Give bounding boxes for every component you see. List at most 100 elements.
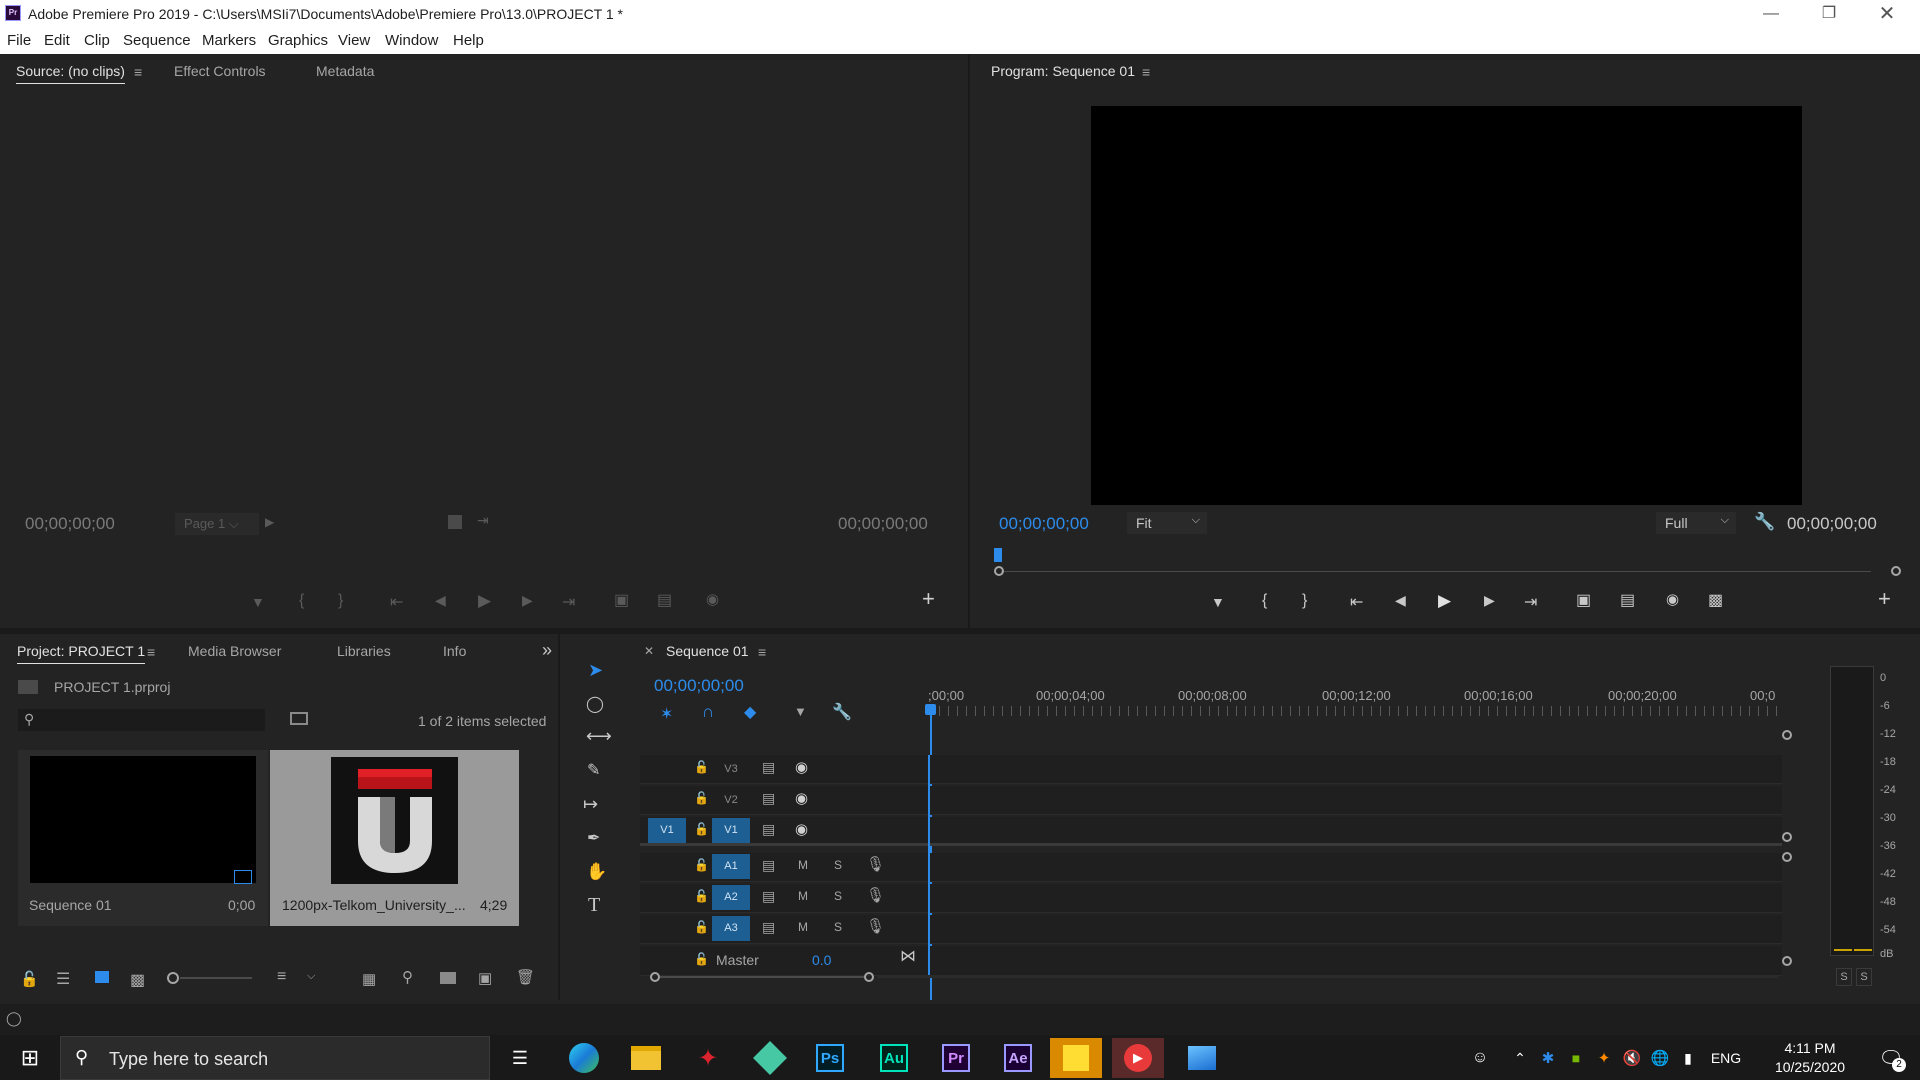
panel-menu-icon[interactable]: ≡ [147, 644, 155, 660]
scrub-end-handle[interactable] [1891, 566, 1901, 576]
mute-button[interactable]: M [798, 889, 808, 903]
export-frame-icon[interactable]: ◉ [1666, 590, 1679, 608]
tab-effect-controls[interactable]: Effect Controls [174, 63, 266, 79]
program-timecode-playhead[interactable]: 00;00;00;00 [999, 514, 1089, 534]
add-marker-icon[interactable]: ▼ [251, 594, 265, 610]
nvidia-icon[interactable]: ■ [1562, 1038, 1590, 1078]
audition-icon[interactable]: Au [868, 1038, 920, 1078]
add-marker-icon[interactable]: ▼ [1211, 594, 1225, 610]
close-button[interactable]: ✕ [1858, 0, 1916, 28]
nest-sequences-icon[interactable]: ✶ [660, 704, 673, 724]
solo-button[interactable]: S [834, 920, 842, 934]
sync-lock-icon[interactable]: ▤ [762, 821, 775, 838]
tab-source[interactable]: Source: (no clips) [16, 63, 125, 84]
project-item-sequence[interactable]: Sequence 01 0;00 [18, 750, 268, 926]
lock-icon[interactable]: 🔓 [694, 858, 709, 872]
sticky-notes-icon[interactable] [1050, 1038, 1102, 1078]
list-view-icon[interactable]: ☰ [56, 969, 70, 989]
step-forward-icon[interactable]: ▶ [1484, 592, 1495, 609]
solo-button[interactable]: S [834, 858, 842, 872]
zoom-scroll-right-handle[interactable] [864, 972, 874, 982]
more-panels-icon[interactable]: » [542, 640, 552, 661]
taskbar-search-box[interactable]: ⚲ Type here to search [60, 1036, 490, 1080]
task-view-icon[interactable]: ☰ [494, 1038, 546, 1078]
play-icon[interactable]: ▶ [1438, 591, 1451, 611]
mute-button[interactable]: M [798, 858, 808, 872]
notification-center-icon[interactable]: 🗨 2 [1866, 1038, 1916, 1078]
drag-icon[interactable]: ⇥ [477, 512, 489, 529]
go-to-end-icon[interactable]: ⋈ [900, 946, 916, 966]
new-item-icon[interactable]: ▣ [478, 969, 492, 987]
audio-scroll-top-handle[interactable] [1782, 852, 1792, 862]
new-search-bin-icon[interactable] [290, 712, 308, 725]
lock-icon[interactable]: 🔓 [20, 970, 39, 988]
mark-out-icon[interactable]: } [338, 592, 343, 610]
restore-button[interactable]: ❐ [1800, 0, 1858, 28]
lock-icon[interactable]: 🔓 [694, 952, 709, 966]
video-scroll-bottom-handle[interactable] [1782, 832, 1792, 842]
tab-program[interactable]: Program: Sequence 01 [991, 63, 1135, 79]
minimize-button[interactable]: — [1742, 0, 1800, 28]
playhead-marker[interactable] [925, 704, 936, 715]
selection-tool-icon[interactable]: ➤ [588, 660, 603, 681]
sort-icon[interactable]: ≡ [277, 968, 286, 986]
solo-button[interactable]: S [834, 889, 842, 903]
scrub-start-handle[interactable] [994, 566, 1004, 576]
go-to-out-icon[interactable]: ⇥ [1524, 592, 1537, 612]
mark-in-icon[interactable]: { [1262, 592, 1267, 610]
track-row-a1[interactable] [640, 853, 1782, 882]
hand-tool-icon[interactable]: ✋ [586, 862, 607, 882]
track-row-a2[interactable] [640, 884, 1782, 913]
menu-view[interactable]: View [338, 32, 370, 49]
step-back-icon[interactable]: ◀ [1395, 592, 1406, 609]
track-target-a3[interactable]: A3 [712, 916, 750, 941]
comparison-view-icon[interactable]: ▩ [1708, 590, 1723, 610]
menu-graphics[interactable]: Graphics [268, 32, 328, 49]
go-to-in-icon[interactable]: ⇤ [1350, 592, 1363, 612]
find-icon[interactable]: ⚲ [402, 968, 413, 986]
go-to-out-icon[interactable]: ⇥ [562, 592, 575, 612]
export-frame-icon[interactable]: ◉ [706, 590, 719, 608]
lock-icon[interactable]: 🔓 [694, 791, 709, 805]
button-editor-icon[interactable]: + [1878, 586, 1891, 612]
button-editor-icon[interactable]: + [922, 586, 935, 612]
new-bin-icon[interactable] [440, 972, 456, 984]
after-effects-icon[interactable]: Ae [992, 1038, 1044, 1078]
clock[interactable]: 4:11 PM 10/25/2020 [1762, 1040, 1858, 1075]
panel-menu-icon[interactable]: ≡ [134, 64, 142, 80]
page-select[interactable]: Page 1 ⌵ [175, 513, 259, 535]
close-tab-icon[interactable]: ✕ [644, 644, 654, 658]
solo-right-button[interactable]: S [1856, 968, 1872, 986]
settings-wrench-icon[interactable]: 🔧 [1754, 512, 1775, 532]
slip-tool-icon[interactable]: ↦ [583, 794, 598, 815]
quality-select[interactable]: Full ⌵ [1656, 512, 1736, 534]
zoom-select[interactable]: Fit ⌵ [1127, 512, 1207, 534]
master-volume-value[interactable]: 0.0 [812, 952, 831, 968]
menu-help[interactable]: Help [453, 32, 484, 49]
mark-in-icon[interactable]: { [299, 592, 304, 610]
lock-icon[interactable]: 🔓 [694, 920, 709, 934]
go-to-in-icon[interactable]: ⇤ [390, 592, 403, 612]
premiere-icon[interactable]: Pr [930, 1038, 982, 1078]
sync-lock-icon[interactable]: ▤ [762, 857, 775, 874]
panel-menu-icon[interactable]: ≡ [1142, 64, 1150, 80]
ripple-edit-tool-icon[interactable]: ⟷ [586, 726, 612, 747]
razor-tool-icon[interactable]: ✎ [587, 760, 600, 780]
photoshop-icon[interactable]: Ps [804, 1038, 856, 1078]
tab-project[interactable]: Project: PROJECT 1 [17, 643, 146, 664]
snap-icon[interactable]: ∩ [702, 702, 714, 722]
track-row-v2[interactable] [640, 786, 1782, 815]
solo-left-button[interactable]: S [1836, 968, 1852, 986]
track-target-a2[interactable]: A2 [712, 885, 750, 910]
tab-info[interactable]: Info [443, 643, 466, 659]
eye-icon[interactable]: ◉ [795, 758, 808, 776]
sync-lock-icon[interactable]: ▤ [762, 759, 775, 776]
menu-clip[interactable]: Clip [84, 32, 110, 49]
settings-box-icon[interactable] [448, 515, 462, 529]
zoom-slider-track[interactable] [180, 977, 252, 979]
eye-icon[interactable]: ◉ [795, 820, 808, 838]
sync-lock-icon[interactable]: ▤ [762, 790, 775, 807]
eye-icon[interactable]: ◉ [795, 789, 808, 807]
icon-view-icon[interactable] [95, 971, 109, 983]
file-explorer-icon[interactable] [620, 1038, 672, 1078]
